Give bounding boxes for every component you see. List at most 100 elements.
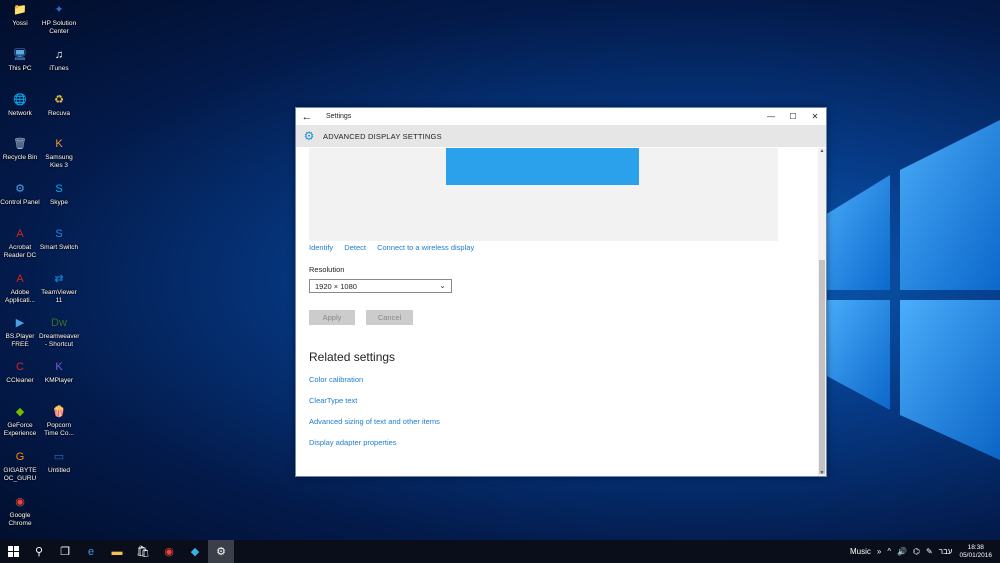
desktop-icon-video-file[interactable]: ▭ Untitled — [39, 449, 79, 475]
desktop-icon-network[interactable]: 🌐 Network — [0, 92, 40, 118]
kies-icon: K — [55, 138, 63, 150]
hp-icon: ✦ — [54, 4, 64, 16]
desktop-icon-kmplayer[interactable]: K KMPlayer — [39, 359, 79, 385]
start-button[interactable] — [0, 540, 26, 563]
teamviewer-icon: ⇄ — [54, 273, 64, 285]
desktop-icon-computer[interactable]: 🖥 This PC — [0, 47, 40, 73]
dreamweaver-icon: Dw — [51, 317, 67, 329]
desktop-icon-skype[interactable]: S Skype — [39, 181, 79, 207]
window-title: Settings — [326, 113, 352, 120]
scrollbar-thumb[interactable] — [819, 260, 825, 474]
desktop-icon-itunes[interactable]: ♫ iTunes — [39, 47, 79, 73]
desktop-icon-hp[interactable]: ✦ HP Solution Center — [39, 2, 79, 36]
back-arrow-icon[interactable]: ← — [296, 111, 318, 123]
edge-icon[interactable]: e — [78, 540, 104, 563]
popcorn-icon: 🍿 — [52, 406, 66, 418]
resolution-value: 1920 × 1080 — [315, 281, 357, 291]
desktop-icon-label: Recuva — [47, 110, 71, 117]
desktop-icon-folder-user[interactable]: 📁 Yossi — [0, 2, 40, 28]
tray-overflow-icon[interactable]: ^ — [887, 547, 891, 556]
kodi-icon[interactable]: ◆ — [182, 540, 208, 563]
music-toolbar-label[interactable]: Music — [850, 547, 871, 556]
desktop-icon-popcorn[interactable]: 🍿 Popcorn Time Co... — [39, 404, 79, 438]
desktop-icon-geforce[interactable]: ◆ GeForce Experience — [0, 404, 40, 438]
desktop-icon-label: Adobe Applicati... — [5, 289, 35, 304]
system-tray: Music » ^ 🔊 ⌬ ✎ עבר 18:38 05/01/2016 — [847, 540, 1000, 563]
task-view-icon[interactable]: ❐ — [52, 540, 78, 563]
resolution-dropdown[interactable]: 1920 × 1080 ⌄ — [309, 279, 452, 293]
desktop-icon-recycle-bin[interactable]: 🗑 Recycle Bin — [0, 136, 40, 162]
resolution-label: Resolution — [309, 265, 345, 274]
desktop-icon-dreamweaver[interactable]: Dw Dreamweaver - Shortcut — [39, 315, 79, 349]
desktop-icon-label: GeForce Experience — [3, 422, 37, 437]
language-indicator[interactable]: עבר — [939, 547, 953, 556]
scroll-down-icon[interactable]: ▼ — [818, 470, 826, 476]
desktop-icon-teamviewer[interactable]: ⇄ TeamViewer 11 — [39, 271, 79, 305]
store-icon[interactable]: 🛍 — [130, 540, 156, 563]
control-panel-icon: ⚙ — [15, 183, 25, 195]
color-calibration-link[interactable]: Color calibration — [309, 375, 363, 384]
desktop-icon-label: iTunes — [49, 65, 69, 72]
identify-link[interactable]: Identify — [309, 243, 333, 252]
desktop-icon-label: This PC — [8, 65, 32, 72]
clock-date: 05/01/2016 — [959, 551, 992, 559]
detect-link[interactable]: Detect — [344, 243, 366, 252]
desktop-icon-label: GIGABYTE OC_GURU — [3, 467, 37, 482]
toolbar-expand-icon[interactable]: » — [877, 547, 881, 556]
action-center-icon[interactable]: ✎ — [926, 547, 933, 556]
maximize-button[interactable]: ☐ — [782, 108, 804, 125]
vertical-scrollbar[interactable]: ▲ ▼ — [818, 148, 826, 476]
desktop-icon-chrome[interactable]: ◉ Google Chrome — [0, 494, 40, 528]
desktop-icon-label: KMPlayer — [44, 377, 74, 384]
apply-button[interactable]: Apply — [309, 310, 355, 325]
scroll-up-icon[interactable]: ▲ — [818, 148, 826, 154]
gear-icon: ⚙ — [303, 129, 315, 143]
desktop-icon-label: Untitled — [47, 467, 71, 474]
chrome-taskbar-icon[interactable]: ◉ — [156, 540, 182, 563]
search-icon[interactable]: ⚲ — [26, 540, 52, 563]
desktop-icon-label: Yossi — [12, 20, 28, 27]
wireless-display-link[interactable]: Connect to a wireless display — [377, 243, 474, 252]
display-links: Identify Detect Connect to a wireless di… — [309, 243, 483, 252]
desktop-icon-gigabyte[interactable]: G GIGABYTE OC_GURU — [0, 449, 40, 483]
geforce-icon: ◆ — [15, 406, 25, 418]
clock[interactable]: 18:38 05/01/2016 — [959, 544, 992, 560]
monitor-1[interactable] — [446, 148, 639, 185]
page-title: ADVANCED DISPLAY SETTINGS — [323, 131, 442, 141]
desktop-icon-label: BS.Player FREE — [5, 333, 35, 348]
advanced-sizing-link[interactable]: Advanced sizing of text and other items — [309, 417, 440, 426]
adobe-icon: A — [16, 273, 24, 285]
desktop-icon-control-panel[interactable]: ⚙ Control Panel — [0, 181, 40, 207]
desktop-icon-kies[interactable]: K Samsung Kies 3 — [39, 136, 79, 170]
computer-icon: 🖥 — [13, 49, 27, 61]
desktop-icon-smart-switch[interactable]: S Smart Switch — [39, 226, 79, 252]
windows-start-icon — [7, 546, 19, 557]
close-button[interactable]: ✕ — [804, 108, 826, 125]
desktop-icon-label: Control Panel — [0, 199, 40, 206]
gigabyte-icon: G — [15, 451, 25, 463]
chrome-icon: ◉ — [15, 496, 25, 508]
desktop-icon-label: Popcorn Time Co... — [44, 422, 74, 437]
folder-user-icon: 📁 — [13, 4, 27, 16]
desktop-icon-adobe[interactable]: A Adobe Applicati... — [0, 271, 40, 305]
display-adapter-properties-link[interactable]: Display adapter properties — [309, 438, 397, 447]
settings-window: ← Settings — ☐ ✕ ⚙ ADVANCED DISPLAY SETT… — [295, 107, 827, 477]
volume-icon[interactable]: 🔊 — [897, 547, 907, 556]
minimize-button[interactable]: — — [760, 108, 782, 125]
kmplayer-icon: K — [55, 361, 63, 373]
recycle-bin-icon: 🗑 — [13, 138, 27, 150]
display-preview — [309, 148, 778, 241]
file-explorer-icon[interactable]: ▬ — [104, 540, 130, 563]
related-settings-title: Related settings — [309, 350, 396, 364]
cancel-button[interactable]: Cancel — [366, 310, 413, 325]
desktop-icon-bsplayer[interactable]: ▶ BS.Player FREE — [0, 315, 40, 349]
desktop-icon-acrobat[interactable]: A Acrobat Reader DC — [0, 226, 40, 260]
network-tray-icon[interactable]: ⌬ — [913, 547, 920, 556]
title-bar: ← Settings — ☐ ✕ — [296, 108, 826, 125]
cleartype-text-link[interactable]: ClearType text — [309, 396, 357, 405]
desktop-icon-ccleaner[interactable]: C CCleaner — [0, 359, 40, 385]
settings-content: Identify Detect Connect to a wireless di… — [296, 148, 820, 476]
settings-taskbar-icon[interactable]: ⚙ — [208, 540, 234, 563]
desktop-icon-recuva[interactable]: ♻ Recuva — [39, 92, 79, 118]
network-icon: 🌐 — [13, 94, 27, 106]
